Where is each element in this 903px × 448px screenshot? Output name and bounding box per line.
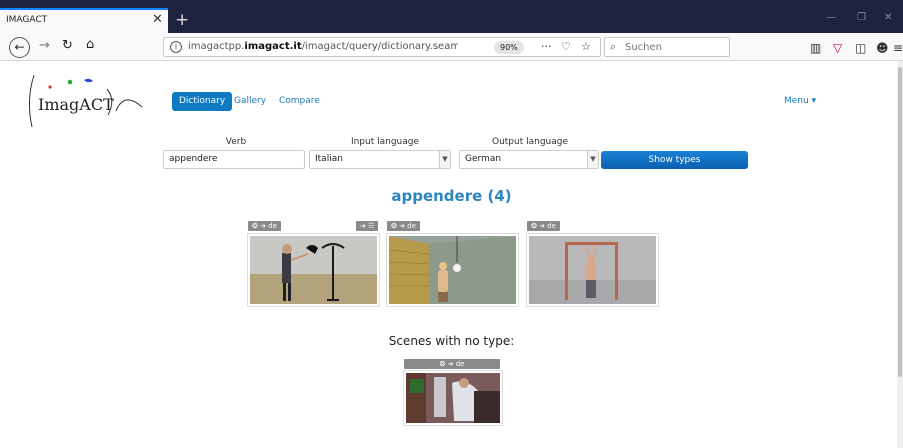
search-bar[interactable]: ⌕ Suchen [604, 37, 730, 57]
scenes-no-type-heading: Scenes with no type: [388, 334, 515, 348]
search-input[interactable]: Suchen [625, 42, 662, 53]
scrollbar[interactable] [897, 61, 903, 448]
type-thumbnail[interactable] [386, 233, 519, 307]
url-bar[interactable]: i imagactpp.imagact.it/imagact/query/dic… [163, 37, 601, 57]
result-title: appendere (4) [391, 187, 512, 205]
scene-image [250, 236, 377, 304]
library-icon[interactable]: ▥ [810, 41, 821, 55]
reload-icon[interactable]: ↻ [62, 38, 73, 53]
imagact-logo[interactable]: ImagACT [24, 65, 144, 135]
tab-close-icon[interactable]: ✕ [152, 12, 163, 27]
list-tag[interactable]: ➔ ☷ [356, 221, 379, 231]
shield-icon[interactable]: ▽ [833, 41, 842, 55]
input-language-select[interactable]: Italian ▼ [309, 150, 451, 169]
zoom-level[interactable]: 90% [494, 41, 524, 54]
translate-tag[interactable]: ❂ ➔ de [404, 359, 500, 369]
show-types-button[interactable]: Show types [601, 151, 748, 169]
input-language-label: Input language [350, 137, 420, 147]
scene-image [406, 373, 500, 423]
page-content: ImagACT Dictionary Gallery Compare Menu … [0, 61, 903, 448]
avatar-icon[interactable]: ☻ [876, 41, 889, 55]
translate-tag[interactable]: ❂ ➔ de [248, 221, 281, 231]
navigation-toolbar: ← → ↻ ⌂ i imagactpp.imagact.it/imagact/q… [0, 33, 903, 61]
minimize-icon[interactable]: — [826, 12, 836, 23]
search-icon: ⌕ [610, 40, 617, 53]
close-window-icon[interactable]: ✕ [884, 12, 892, 23]
nav-gallery[interactable]: Gallery [234, 96, 266, 106]
tab-bar: IMAGACT ✕ + — ❐ ✕ [0, 0, 903, 33]
nav-menu[interactable]: Menu ▾ [784, 96, 816, 106]
type-thumbnail[interactable] [526, 233, 659, 307]
hamburger-icon[interactable]: ≡ [893, 41, 903, 55]
tab-title: IMAGACT [6, 15, 48, 25]
browser-tab[interactable]: IMAGACT ✕ [0, 8, 168, 33]
output-language-value: German [465, 154, 502, 164]
forward-icon[interactable]: → [39, 38, 50, 53]
info-icon[interactable]: i [170, 41, 182, 53]
output-language-select[interactable]: German ▼ [459, 150, 599, 169]
scene-image [529, 236, 656, 304]
more-icon[interactable]: ··· [541, 40, 552, 53]
input-language-value: Italian [315, 154, 343, 164]
verb-label: Verb [225, 137, 247, 147]
pocket-icon[interactable]: ♡ [561, 40, 571, 53]
back-icon[interactable]: ← [9, 37, 30, 58]
url-text[interactable]: imagactpp.imagact.it/imagact/query/dicti… [188, 41, 458, 52]
scene-thumbnail[interactable] [403, 370, 503, 426]
chevron-down-icon[interactable]: ▼ [587, 151, 598, 168]
new-tab-button[interactable]: + [175, 10, 189, 30]
translate-tag[interactable]: ❂ ➔ de [387, 221, 420, 231]
nav-compare[interactable]: Compare [279, 96, 320, 106]
nav-dictionary[interactable]: Dictionary [172, 92, 233, 111]
bookmark-star-icon[interactable]: ☆ [581, 40, 591, 53]
translate-tag[interactable]: ❂ ➔ de [527, 221, 560, 231]
type-thumbnail[interactable] [247, 233, 380, 307]
sidebar-icon[interactable]: ◫ [855, 41, 866, 55]
scrollbar-thumb[interactable] [898, 67, 902, 377]
home-icon[interactable]: ⌂ [86, 37, 94, 52]
verb-input[interactable]: appendere [163, 150, 305, 169]
maximize-icon[interactable]: ❐ [857, 12, 866, 23]
chevron-down-icon[interactable]: ▼ [439, 151, 450, 168]
svg-text:ImagACT: ImagACT [38, 95, 114, 114]
output-language-label: Output language [491, 137, 569, 147]
scene-image [389, 236, 516, 304]
